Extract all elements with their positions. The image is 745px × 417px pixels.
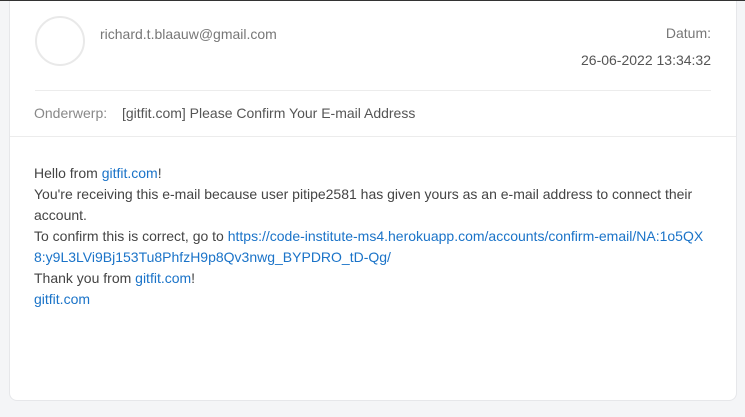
email-body: Hello from gitfit.com! You're receiving …: [10, 137, 736, 310]
date-label: Datum:: [665, 25, 711, 41]
gitfit-link[interactable]: gitfit.com: [135, 270, 191, 286]
email-header: richard.t.blaauw@gmail.com Datum: 26-06-…: [35, 1, 711, 91]
subject-row: Onderwerp: [gitfit.com] Please Confirm Y…: [10, 91, 736, 137]
subject-text: [gitfit.com] Please Confirm Your E-mail …: [122, 105, 416, 121]
thanks-suffix: !: [191, 270, 196, 286]
subject-label: Onderwerp:: [34, 105, 108, 121]
greeting-suffix: !: [157, 165, 162, 181]
email-card: richard.t.blaauw@gmail.com Datum: 26-06-…: [9, 1, 737, 401]
gitfit-link[interactable]: gitfit.com: [102, 165, 158, 181]
gitfit-signature-link[interactable]: gitfit.com: [34, 291, 90, 307]
date-value: 26-06-2022 13:34:32: [581, 52, 711, 68]
sender-avatar: [35, 16, 85, 66]
sender-address: richard.t.blaauw@gmail.com: [100, 26, 277, 42]
thanks-text: Thank you from: [34, 270, 136, 286]
body-line-confirm: To confirm this is correct, go to https:…: [34, 226, 712, 268]
body-line-thanks: Thank you from gitfit.com!: [34, 268, 712, 289]
greeting-text: Hello from: [34, 165, 102, 181]
confirm-text: To confirm this is correct, go to: [34, 228, 228, 244]
body-line-greeting: Hello from gitfit.com!: [34, 163, 712, 184]
body-line-signature: gitfit.com: [34, 289, 712, 310]
body-line-reason: You're receiving this e-mail because use…: [34, 186, 693, 223]
